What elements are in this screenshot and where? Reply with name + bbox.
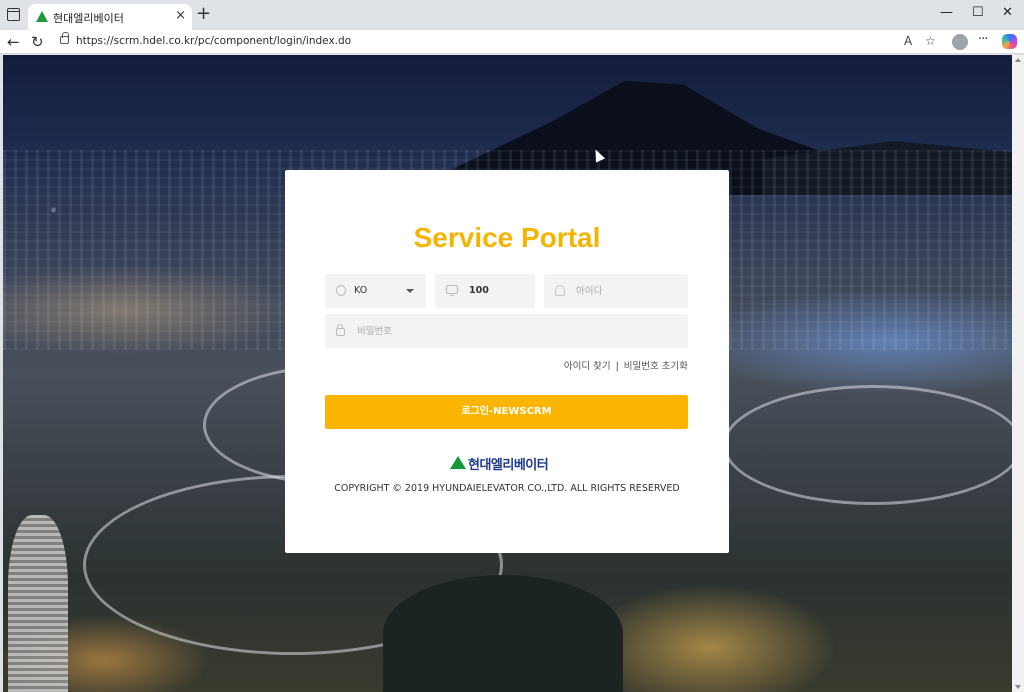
scroll-down-icon[interactable] bbox=[1015, 685, 1021, 689]
maximize-button[interactable]: ☐ bbox=[972, 5, 984, 21]
minimize-button[interactable]: — bbox=[940, 5, 953, 21]
find-id-link[interactable]: 아이디 찾기 bbox=[564, 358, 611, 372]
close-window-button[interactable]: ✕ bbox=[1002, 5, 1013, 21]
url-text[interactable]: https://scrm.hdel.co.kr/pc/component/log… bbox=[76, 35, 351, 47]
password-lock-icon bbox=[336, 324, 345, 336]
back-button[interactable]: ← bbox=[7, 33, 20, 51]
background-road bbox=[723, 385, 1012, 505]
company-code-field[interactable]: 100 bbox=[435, 274, 535, 308]
password-input[interactable] bbox=[357, 323, 657, 339]
tab-close-icon[interactable]: × bbox=[175, 9, 186, 23]
chevron-down-icon[interactable] bbox=[406, 289, 414, 293]
login-button[interactable]: 로그인-NEWSCRM bbox=[325, 395, 688, 429]
account-links: 아이디 찾기 | 비밀번호 초기화 bbox=[325, 358, 688, 372]
new-tab-button[interactable]: + bbox=[196, 4, 211, 24]
link-separator: | bbox=[615, 361, 619, 372]
background-tower bbox=[8, 515, 68, 692]
window-menu-icon[interactable] bbox=[7, 8, 20, 21]
more-menu-icon[interactable]: ··· bbox=[978, 32, 988, 48]
logo-text: 현대엘리베이터 bbox=[468, 458, 549, 473]
profile-avatar-icon[interactable] bbox=[952, 34, 968, 50]
browser-tab-bar: 현대엘리베이터 × + — ☐ ✕ bbox=[0, 0, 1024, 30]
language-icon bbox=[336, 285, 346, 296]
background-trees bbox=[383, 575, 623, 692]
lock-icon[interactable] bbox=[60, 32, 69, 44]
address-toolbar: ← ↻ https://scrm.hdel.co.kr/pc/component… bbox=[0, 30, 1024, 54]
reset-password-link[interactable]: 비밀번호 초기화 bbox=[624, 358, 688, 372]
user-id-field[interactable] bbox=[544, 274, 688, 308]
language-select[interactable]: KO bbox=[325, 274, 426, 308]
hyundai-logo-triangle-icon bbox=[450, 456, 466, 469]
address-bar[interactable]: https://scrm.hdel.co.kr/pc/component/log… bbox=[52, 31, 944, 52]
login-card: Service Portal KO 100 아이디 찾기 | 비밀번호 초기화 로그… bbox=[285, 170, 729, 553]
user-id-input[interactable] bbox=[576, 283, 676, 299]
page-title: Service Portal bbox=[413, 222, 601, 253]
company-code-value[interactable]: 100 bbox=[469, 285, 489, 296]
password-field[interactable] bbox=[325, 314, 688, 348]
scroll-up-icon[interactable] bbox=[1015, 58, 1021, 62]
language-value: KO bbox=[354, 285, 368, 296]
favorite-star-icon[interactable]: ☆ bbox=[925, 33, 936, 49]
page-scrollbar[interactable] bbox=[1012, 55, 1024, 692]
monitor-icon bbox=[446, 285, 458, 296]
user-icon bbox=[555, 285, 565, 296]
copyright-text: COPYRIGHT © 2019 HYUNDAIELEVATOR CO.,LTD… bbox=[334, 483, 680, 494]
hyundai-favicon-icon bbox=[36, 11, 48, 22]
browser-tab[interactable]: 현대엘리베이터 × bbox=[28, 4, 192, 30]
read-aloud-icon[interactable]: A bbox=[904, 33, 912, 49]
copilot-icon[interactable] bbox=[1002, 34, 1017, 49]
tab-title: 현대엘리베이터 bbox=[53, 12, 124, 25]
reload-button[interactable]: ↻ bbox=[31, 33, 44, 51]
